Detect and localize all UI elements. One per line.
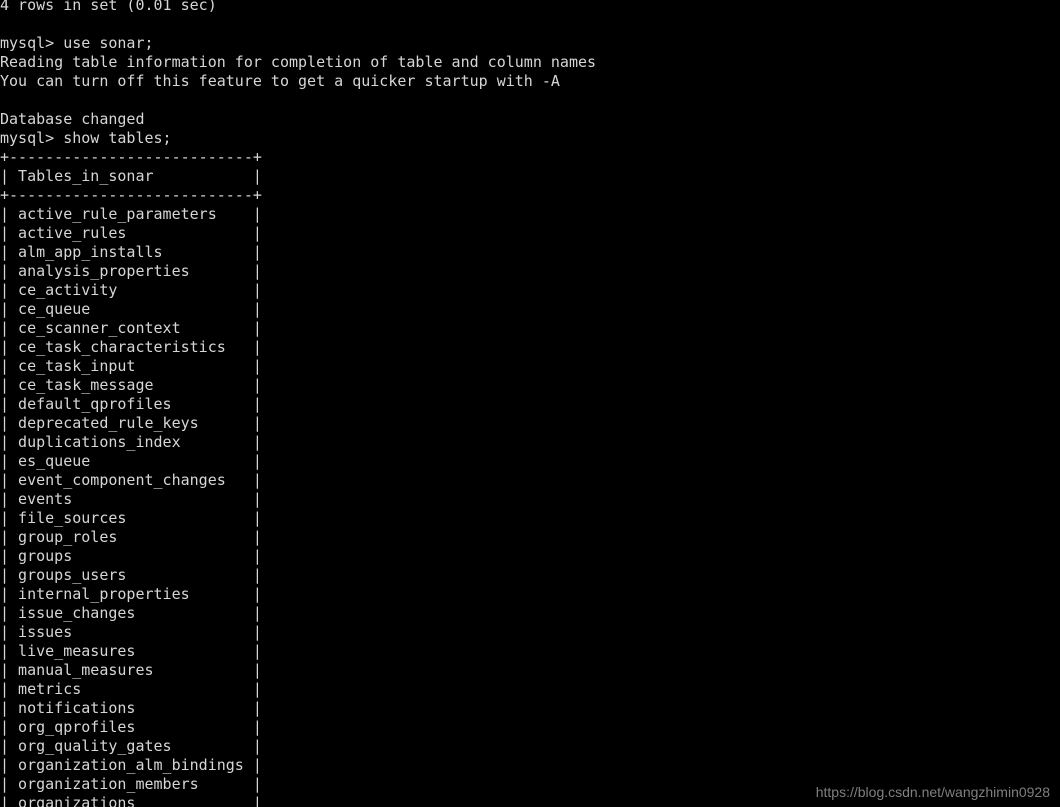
terminal-output-line: 4 rows in set (0.01 sec) [0, 0, 217, 14]
table-row: | active_rule_parameters | [0, 205, 262, 223]
table-row: | ce_task_message | [0, 376, 262, 394]
table-row: | org_qprofiles | [0, 718, 262, 736]
terminal-command-line: mysql> use sonar; [0, 34, 154, 52]
table-header-row: | Tables_in_sonar | [0, 167, 262, 185]
table-border-header: +---------------------------+ [0, 186, 262, 204]
table-row: | ce_activity | [0, 281, 262, 299]
table-row: | ce_queue | [0, 300, 262, 318]
table-row: | duplications_index | [0, 433, 262, 451]
table-row: | organizations | [0, 794, 262, 807]
table-row: | group_roles | [0, 528, 262, 546]
table-row: | groups | [0, 547, 262, 565]
table-row: | metrics | [0, 680, 262, 698]
table-row: | org_quality_gates | [0, 737, 262, 755]
table-row: | groups_users | [0, 566, 262, 584]
terminal-output-line: You can turn off this feature to get a q… [0, 72, 560, 90]
table-row: | manual_measures | [0, 661, 262, 679]
table-row: | active_rules | [0, 224, 262, 242]
table-border-top: +---------------------------+ [0, 148, 262, 166]
table-row: | ce_task_characteristics | [0, 338, 262, 356]
terminal-output-line: Reading table information for completion… [0, 53, 597, 71]
table-row: | default_qprofiles | [0, 395, 262, 413]
terminal-output-line: Database changed [0, 110, 145, 128]
terminal-command-line: mysql> show tables; [0, 129, 172, 147]
table-row: | ce_scanner_context | [0, 319, 262, 337]
table-row: | ce_task_input | [0, 357, 262, 375]
table-row: | issue_changes | [0, 604, 262, 622]
table-row: | issues | [0, 623, 262, 641]
table-row: | deprecated_rule_keys | [0, 414, 262, 432]
table-row: | events | [0, 490, 262, 508]
table-row: | es_queue | [0, 452, 262, 470]
table-row: | organization_members | [0, 775, 262, 793]
table-row: | notifications | [0, 699, 262, 717]
table-row: | organization_alm_bindings | [0, 756, 262, 774]
table-row: | live_measures | [0, 642, 262, 660]
table-row: | internal_properties | [0, 585, 262, 603]
table-row: | alm_app_installs | [0, 243, 262, 261]
terminal-scroll-region: 4 rows in set (0.01 sec) mysql> use sona… [0, 0, 1060, 807]
table-row: | analysis_properties | [0, 262, 262, 280]
terminal-window[interactable]: 4 rows in set (0.01 sec) mysql> use sona… [0, 0, 1060, 807]
table-row: | event_component_changes | [0, 471, 262, 489]
table-row: | file_sources | [0, 509, 262, 527]
